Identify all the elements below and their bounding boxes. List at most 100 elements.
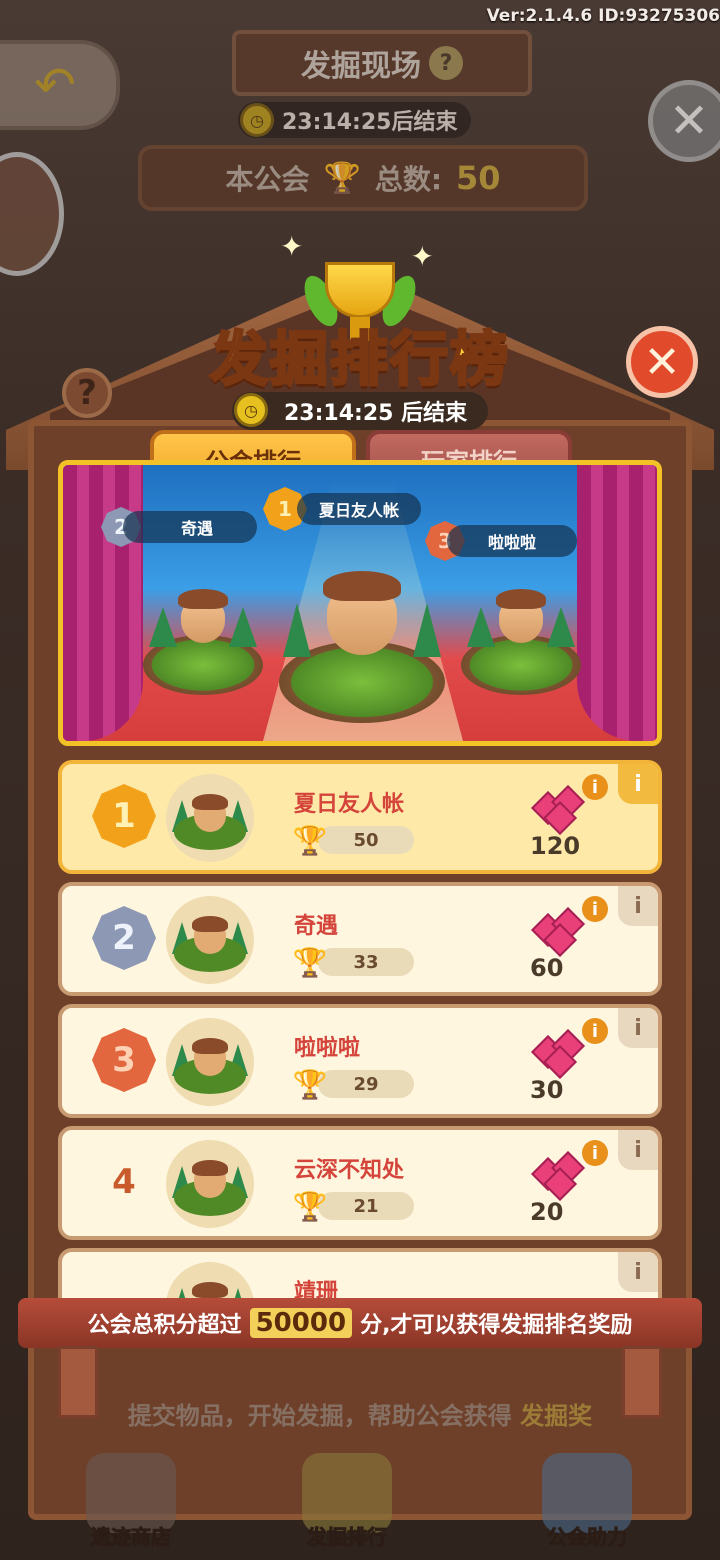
nav-relic-shop[interactable]: 遗迹商店 <box>56 1440 206 1550</box>
acorn-cap-icon <box>192 794 228 810</box>
ranking-modal: ✦ ✦ 发掘排行榜 ? ✕ ◷ 23:14:25 后结束 公会排行 玩家排行 2… <box>0 220 720 1520</box>
guild-name: 奇遇 <box>294 914 339 939</box>
nav-guild-assist[interactable]: 公会助力 <box>512 1440 662 1550</box>
tree-icon <box>229 607 257 647</box>
rank-medal-icon: 1 <box>92 784 156 848</box>
reward-value: 60 <box>530 954 564 982</box>
hint-main: 提交物品，开始发掘，帮助公会获得 <box>127 1402 512 1430</box>
trophy-icon: 🏆 <box>292 823 328 857</box>
ranking-list[interactable]: 1 夏日友人帐 50 🏆 120 i i 2 奇遇 33 🏆 60 i i 3 … <box>58 760 662 1326</box>
help-button[interactable]: ? <box>62 368 112 418</box>
acorn-cap-icon <box>323 571 401 601</box>
podium-stage: 2 奇遇 1 夏日友人帐 3 啦啦啦 <box>58 460 662 746</box>
corner-info-icon[interactable]: i <box>618 1130 658 1170</box>
podium-rank-2[interactable] <box>143 575 263 695</box>
info-icon[interactable]: i <box>582 774 608 800</box>
acorn-cap-icon <box>192 1038 228 1054</box>
close-button[interactable]: ✕ <box>626 326 698 398</box>
gem-icon <box>531 1026 588 1079</box>
guild-thumb <box>166 1140 254 1228</box>
podium-name-3: 啦啦啦 <box>447 525 577 557</box>
tree-icon <box>547 607 575 647</box>
guild-total-banner: 本公会 🏆 总数: 50 <box>138 145 588 211</box>
corner-info-icon[interactable]: i <box>618 886 658 926</box>
rank-number: 4 <box>112 1162 136 1202</box>
acorn-cap-icon <box>496 589 546 609</box>
info-icon[interactable]: i <box>582 1140 608 1166</box>
tree-icon <box>413 603 441 657</box>
sparkle-icon: ✦ <box>280 230 304 263</box>
trophy-icon: 🏆 <box>292 945 328 979</box>
scene-help-icon[interactable]: ? <box>429 46 463 80</box>
version-label: Ver:2.1.4.6 ID:93275306 <box>486 6 720 26</box>
banner-prefix: 公会总积分超过 <box>87 1313 242 1338</box>
modal-timer: ◷ 23:14:25 后结束 <box>232 392 488 430</box>
guild-score: 21 <box>318 1192 414 1220</box>
guild-total-label: 本公会 <box>225 163 310 196</box>
close-scene-button[interactable]: ✕ <box>648 80 720 162</box>
corner-info-icon[interactable]: i <box>618 1008 658 1048</box>
trophy-icon: 🏆 <box>292 1189 328 1223</box>
tree-icon <box>149 607 177 647</box>
acorn-cap-icon <box>192 916 228 932</box>
reward-requirement-banner: 公会总积分超过 50000 分,才可以获得发掘排名奖励 <box>18 1298 702 1348</box>
island-icon <box>143 589 263 695</box>
trophy-icon: 🏆 <box>323 160 361 196</box>
scene-timer: ◷ 23:14:25后结束 <box>238 102 472 138</box>
corner-info-icon[interactable]: i <box>618 764 658 804</box>
hint-highlight: 发掘奖 <box>520 1402 593 1430</box>
scene-timer-text: 23:14:25后结束 <box>282 110 458 135</box>
modal-timer-text: 23:14:25 后结束 <box>284 401 468 426</box>
back-button[interactable]: ↶ <box>0 40 120 130</box>
rank-medal-icon: 3 <box>92 1028 156 1092</box>
reward-value: 30 <box>530 1076 564 1104</box>
gem-icon <box>531 904 588 957</box>
guild-thumb <box>166 1018 254 1106</box>
scene-title: 发掘现场 <box>301 49 421 84</box>
island-icon <box>279 571 445 723</box>
scene-title-sign: 发掘现场 ? <box>232 30 532 96</box>
nav-label: 遗迹商店 <box>91 1525 172 1550</box>
nav-dig-ranking[interactable]: 发掘排行 <box>272 1440 422 1550</box>
nav-label: 公会助力 <box>547 1525 628 1550</box>
curtain-right <box>577 465 657 741</box>
rank-medal-icon: 2 <box>92 906 156 970</box>
corner-info-icon[interactable]: i <box>618 1252 658 1292</box>
guild-thumb <box>166 896 254 984</box>
list-item[interactable]: 3 啦啦啦 29 🏆 30 i i <box>58 1004 662 1118</box>
clock-icon: ◷ <box>240 103 274 137</box>
guild-thumb <box>166 774 254 862</box>
back-arrow-icon: ↶ <box>34 56 76 114</box>
acorn-cap-icon <box>192 1282 228 1298</box>
list-item[interactable]: 2 奇遇 33 🏆 60 i i <box>58 882 662 996</box>
island-icon <box>461 589 581 695</box>
podium-rank-1[interactable] <box>279 545 445 723</box>
banner-suffix: 分,才可以获得发掘排名奖励 <box>360 1313 633 1338</box>
info-icon[interactable]: i <box>582 896 608 922</box>
guild-total-suffix: 总数: <box>374 163 443 196</box>
bottom-nav: 遗迹商店 发掘排行 公会助力 <box>0 1440 720 1560</box>
reward-value: 120 <box>530 832 581 860</box>
banner-value: 50000 <box>249 1308 353 1338</box>
podium-name-2: 奇遇 <box>123 511 257 543</box>
acorn-cap-icon <box>178 589 228 609</box>
list-item[interactable]: 4 云深不知处 21 🏆 20 i i <box>58 1126 662 1240</box>
podium-name-1: 夏日友人帐 <box>297 493 421 525</box>
guild-name: 啦啦啦 <box>294 1036 361 1061</box>
guild-total-value: 50 <box>456 159 501 197</box>
clock-icon: ◷ <box>234 393 268 427</box>
podium-rank-3[interactable] <box>461 575 581 695</box>
hint-text: 提交物品，开始发掘，帮助公会获得 发掘奖 <box>0 1396 720 1431</box>
gem-icon <box>531 782 588 835</box>
trophy-icon: 🏆 <box>292 1067 328 1101</box>
sparkle-icon: ✦ <box>410 240 434 273</box>
guild-score: 33 <box>318 948 414 976</box>
reward-value: 20 <box>530 1198 564 1226</box>
acorn-cap-icon <box>192 1160 228 1176</box>
list-item[interactable]: 1 夏日友人帐 50 🏆 120 i i <box>58 760 662 874</box>
tree-icon <box>467 607 495 647</box>
gem-icon <box>531 1148 588 1201</box>
guild-name: 夏日友人帐 <box>294 792 405 817</box>
guild-name: 云深不知处 <box>294 1158 405 1183</box>
info-icon[interactable]: i <box>582 1018 608 1044</box>
